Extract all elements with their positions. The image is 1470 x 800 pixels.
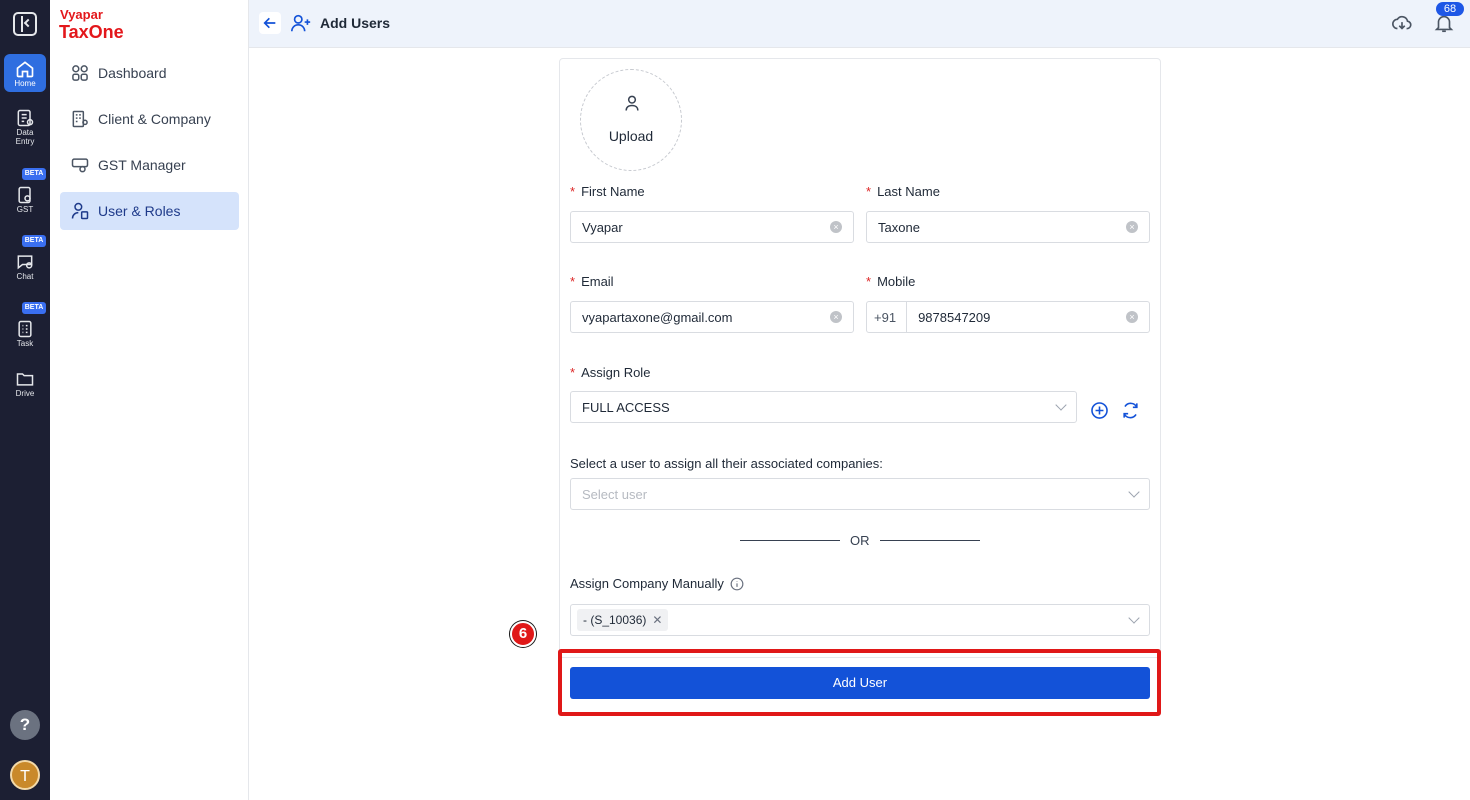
step-number-badge: 6 (510, 621, 536, 647)
email-label: * Email (570, 274, 614, 289)
task-icon (18, 320, 32, 338)
brand-logo-bottom: TaxOne (59, 22, 124, 42)
divider-right (880, 540, 980, 541)
mobile-label: * Mobile (866, 274, 916, 289)
rail-item-task[interactable]: Task (4, 319, 46, 348)
drive-icon (16, 373, 34, 386)
sidebar-item-label: User & Roles (98, 203, 181, 219)
add-role-icon[interactable] (1090, 401, 1109, 420)
role-select[interactable]: FULL ACCESS (570, 391, 1077, 423)
user-roles-icon (71, 202, 89, 220)
assign-company-select[interactable]: - (S_10036) ✕ (570, 604, 1150, 636)
rail-item-data-entry[interactable]: Data Entry (4, 108, 46, 146)
role-value: FULL ACCESS (582, 399, 670, 415)
chevron-down-icon (1128, 612, 1140, 624)
rail-item-chat[interactable]: Chat (4, 252, 46, 281)
sidebar-item-label: Dashboard (98, 65, 167, 81)
back-button[interactable] (259, 12, 281, 34)
clear-icon[interactable]: × (1126, 221, 1138, 233)
last-name-value: Taxone (878, 219, 920, 235)
rail-item-gst[interactable]: GST (4, 185, 46, 214)
chevron-down-icon (1055, 399, 1067, 411)
sidebar: Vyapar TaxOne Dashboard Client & Company… (50, 0, 249, 800)
data-entry-icon (17, 109, 34, 127)
email-field[interactable]: vyapartaxone@gmail.com × (570, 301, 854, 333)
first-name-field[interactable]: Vyapar × (570, 211, 854, 243)
add-user-icon (291, 14, 311, 32)
home-icon (16, 61, 34, 78)
clear-icon[interactable]: × (830, 311, 842, 323)
info-icon[interactable] (730, 577, 744, 591)
divider-left (740, 540, 840, 541)
help-button[interactable]: ? (10, 710, 40, 740)
beta-badge: BETA (22, 302, 46, 314)
assign-role-label: * Assign Role (570, 365, 651, 380)
first-name-label: * First Name (570, 184, 645, 199)
rail-item-home[interactable]: Home (4, 54, 46, 92)
refresh-icon[interactable] (1121, 401, 1140, 420)
remove-tag-icon[interactable]: ✕ (652, 613, 662, 627)
select-user-placeholder: Select user (582, 486, 648, 502)
sidebar-item-dashboard[interactable]: Dashboard (60, 54, 239, 92)
or-divider-text: OR (850, 533, 870, 548)
first-name-value: Vyapar (582, 219, 623, 235)
gst-manager-icon (71, 158, 89, 173)
page-title: Add Users (320, 15, 391, 31)
page-header: Add Users 68 (249, 0, 1470, 48)
assign-company-label: Assign Company Manually (570, 576, 744, 591)
last-name-label: * Last Name (866, 184, 940, 199)
rail-label-home: Home (14, 79, 36, 88)
cloud-download-icon[interactable] (1391, 12, 1413, 34)
rail-item-drive[interactable]: Drive (4, 369, 46, 398)
arrow-left-icon (263, 17, 276, 29)
sidebar-item-gst-manager[interactable]: GST Manager (60, 146, 239, 184)
avatar[interactable]: T (10, 760, 40, 790)
upload-photo-button[interactable]: Upload (580, 69, 682, 171)
sidebar-item-user-roles[interactable]: User & Roles (60, 192, 239, 230)
sidebar-item-label: GST Manager (98, 157, 186, 173)
rail-label-drive: Drive (15, 389, 35, 398)
gst-icon (18, 186, 31, 204)
company-tag-label: - (S_10036) (583, 613, 647, 627)
app-rail: Home Data Entry BETA GST BETA Chat BETA … (0, 0, 50, 800)
beta-badge: BETA (22, 168, 46, 180)
rail-label-data: Data (16, 128, 34, 137)
add-user-button[interactable]: Add User (570, 667, 1150, 699)
beta-badge: BETA (22, 235, 46, 247)
collapse-sidebar-icon[interactable] (13, 12, 37, 36)
rail-label-entry: Entry (15, 137, 35, 146)
company-tag: - (S_10036) ✕ (577, 609, 669, 631)
sidebar-item-client-company[interactable]: Client & Company (60, 100, 239, 138)
user-icon (625, 95, 639, 111)
chevron-down-icon (1128, 486, 1140, 498)
upload-label: Upload (608, 128, 654, 144)
sidebar-item-label: Client & Company (98, 111, 211, 127)
email-value: vyapartaxone@gmail.com (582, 309, 733, 325)
country-code: +91 (874, 302, 908, 332)
clear-icon[interactable]: × (830, 221, 842, 233)
dashboard-icon (72, 65, 88, 81)
clear-icon[interactable]: × (1126, 311, 1138, 323)
mobile-value: 9878547209 (918, 309, 991, 325)
rail-label-task: Task (16, 339, 34, 348)
rail-label-chat: Chat (16, 272, 34, 281)
select-user-label: Select a user to assign all their associ… (570, 456, 883, 471)
mobile-field[interactable]: +91 9878547209 × (866, 301, 1150, 333)
notification-count-badge: 68 (1436, 2, 1464, 16)
client-company-icon (72, 110, 88, 128)
select-user-dropdown[interactable]: Select user (570, 478, 1150, 510)
chat-icon (17, 255, 33, 270)
last-name-field[interactable]: Taxone × (866, 211, 1150, 243)
brand-logo-top: Vyapar (60, 7, 103, 22)
rail-label-gst: GST (16, 205, 34, 214)
